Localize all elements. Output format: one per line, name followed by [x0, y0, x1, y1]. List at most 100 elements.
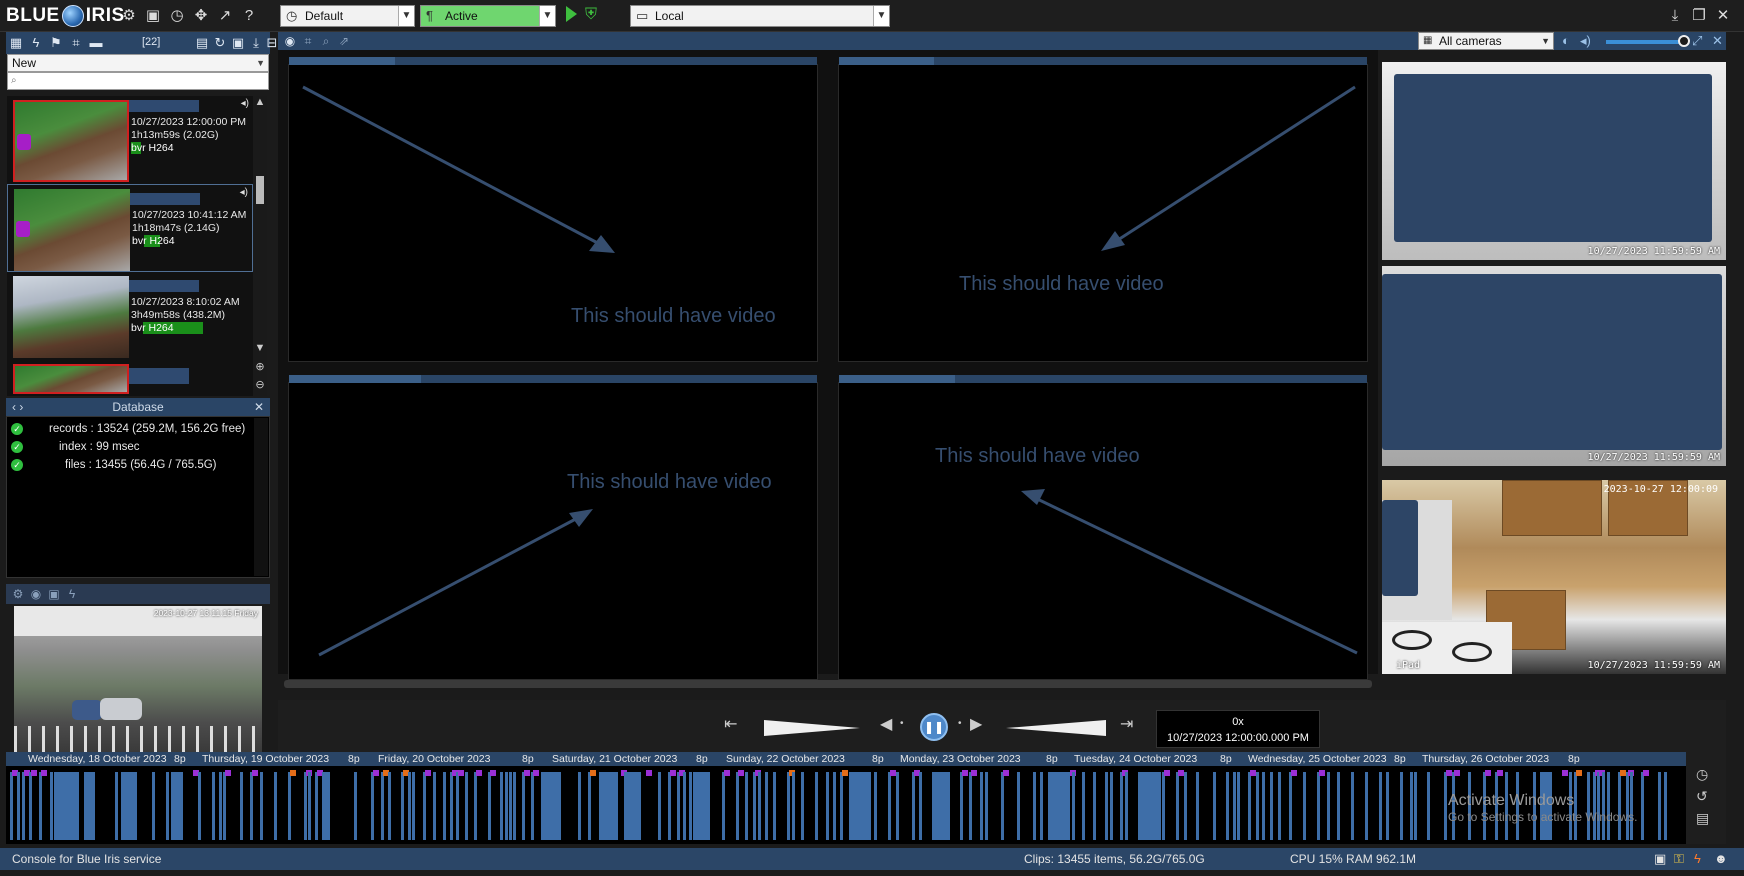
timeline-event[interactable]	[1386, 772, 1389, 840]
timeline-event[interactable]	[39, 772, 42, 840]
side-camera-1[interactable]: 10/27/2023 11:59:59 AM	[1382, 62, 1726, 260]
timeline-event[interactable]	[801, 772, 804, 840]
timeline-event[interactable]	[1410, 772, 1413, 840]
timeline-event[interactable]	[371, 772, 374, 840]
timeline-event[interactable]	[1327, 772, 1330, 840]
shield-icon[interactable]: ⛨	[585, 6, 601, 24]
timeline-event[interactable]	[474, 772, 477, 840]
crop-icon[interactable]: ⌗	[300, 34, 316, 49]
timeline-event[interactable]	[1033, 772, 1036, 840]
list-item[interactable]: 10/27/2023 8:10:02 AM 3h49m58s (438.2M) …	[7, 272, 253, 360]
timeline-event[interactable]	[121, 772, 137, 840]
list-item[interactable]: 10/27/2023 12:00:00 PM 1h13m59s (2.02G) …	[7, 96, 253, 184]
timeline-event[interactable]	[433, 772, 436, 840]
timeline-flag[interactable]	[31, 770, 37, 776]
camera-icon[interactable]: ◉	[28, 587, 44, 601]
clips-icon[interactable]: ▦	[8, 35, 24, 51]
timeline-event[interactable]	[689, 772, 692, 840]
timeline-event[interactable]	[1427, 772, 1430, 840]
move-icon[interactable]: ✥	[192, 7, 210, 25]
timeline-event[interactable]	[753, 772, 756, 840]
timeline-event[interactable]	[50, 772, 53, 840]
timeline-event[interactable]	[509, 772, 512, 840]
flag-icon[interactable]: ⚑	[48, 35, 64, 51]
camera-group-select[interactable]: ▦ All cameras ▼	[1418, 32, 1554, 50]
timeline-event[interactable]	[10, 772, 13, 840]
timeline-flag[interactable]	[1454, 770, 1460, 776]
timeline-event[interactable]	[17, 772, 20, 840]
timeline-flag[interactable]	[1164, 770, 1170, 776]
timeline-event[interactable]	[522, 772, 525, 840]
timeline-event[interactable]	[1093, 772, 1096, 840]
timeline-event[interactable]	[240, 772, 243, 840]
timeline-event[interactable]	[826, 772, 829, 840]
play-icon[interactable]	[566, 6, 577, 22]
timeline-event[interactable]	[792, 772, 795, 840]
timeline-event[interactable]	[223, 772, 226, 840]
refresh-icon[interactable]: ↺	[1696, 788, 1708, 805]
download-icon[interactable]: ⤓	[248, 35, 264, 51]
crop-icon[interactable]: ⌗	[68, 35, 84, 51]
timeline-event[interactable]	[1658, 772, 1661, 840]
close-icon[interactable]: ✕	[1714, 7, 1732, 25]
timeline-event[interactable]	[84, 772, 95, 840]
timeline-event[interactable]	[1110, 772, 1113, 840]
save-icon[interactable]: ▣	[230, 35, 246, 51]
timeline-event[interactable]	[212, 772, 215, 840]
timeline-event[interactable]	[1351, 772, 1354, 840]
status-icon[interactable]: ▣	[144, 7, 162, 25]
timeline-flag[interactable]	[1562, 770, 1568, 776]
timeline-event[interactable]	[1444, 772, 1447, 840]
export-icon[interactable]: ⇗	[336, 34, 352, 48]
timeline-event[interactable]	[668, 772, 671, 840]
timeline-event[interactable]	[624, 772, 641, 840]
timeline-event[interactable]	[354, 772, 357, 840]
timeline-flag[interactable]	[1485, 770, 1491, 776]
close-icon[interactable]: ✕	[254, 398, 264, 416]
timeline-event[interactable]	[465, 772, 468, 840]
timeline-flag[interactable]	[1291, 770, 1297, 776]
video-cell-3[interactable]: This should have video	[288, 375, 818, 680]
clip-filter-select[interactable]: New ▼	[7, 54, 269, 72]
timeline-event[interactable]	[773, 772, 776, 840]
record-icon[interactable]: ▣	[46, 587, 62, 601]
zoom-out-icon[interactable]: ⊖	[253, 378, 267, 391]
timeline-event[interactable]	[288, 772, 291, 840]
timeline-flag[interactable]	[962, 770, 968, 776]
timeline-event[interactable]	[1262, 772, 1265, 840]
timeline-event[interactable]	[1278, 772, 1281, 840]
clip-list-scrollbar[interactable]: ▲ ▼ ⊕ ⊖	[253, 96, 267, 396]
timeline-event[interactable]	[969, 772, 972, 840]
alert-icon[interactable]: ϟ	[64, 587, 80, 601]
timeline-event[interactable]	[1303, 772, 1306, 840]
timeline-event[interactable]	[1641, 772, 1644, 840]
side-camera-3[interactable]: 2023-10-27 12:00:09 10/27/2023 11:59:59 …	[1382, 480, 1726, 674]
volume-knob[interactable]	[1678, 35, 1690, 47]
frame-forward-icon[interactable]: •	[958, 718, 962, 729]
timeline-event[interactable]	[677, 772, 680, 840]
timeline-event[interactable]	[1082, 772, 1085, 840]
timeline-event[interactable]	[1138, 772, 1161, 840]
timeline-event[interactable]	[1072, 772, 1075, 840]
timeline-event[interactable]	[450, 772, 453, 840]
timeline-event[interactable]	[960, 772, 963, 840]
timeline-event[interactable]	[1248, 772, 1251, 840]
timeline-event[interactable]	[1256, 772, 1259, 840]
timeline-event[interactable]	[488, 772, 491, 840]
timeline-flag[interactable]	[476, 770, 482, 776]
timeline-event[interactable]	[849, 772, 871, 840]
timeline-event[interactable]	[588, 772, 591, 840]
forward-speed-slider[interactable]	[1006, 720, 1106, 736]
volume-slider[interactable]	[1606, 40, 1686, 44]
zoom-in-icon[interactable]: ⊕	[253, 360, 267, 373]
timeline-event[interactable]	[1184, 772, 1187, 840]
camera-icon[interactable]: ◉	[282, 34, 298, 48]
timeline-event[interactable]	[54, 772, 79, 840]
timeline-flag[interactable]	[1643, 770, 1649, 776]
timeline-event[interactable]	[500, 772, 503, 840]
timeline-event[interactable]	[308, 772, 311, 840]
fullscreen-icon[interactable]: ⤢	[1692, 33, 1702, 49]
timeline-flag[interactable]	[724, 770, 730, 776]
timeline-event[interactable]	[1048, 772, 1070, 840]
timeline-event[interactable]	[22, 772, 25, 840]
